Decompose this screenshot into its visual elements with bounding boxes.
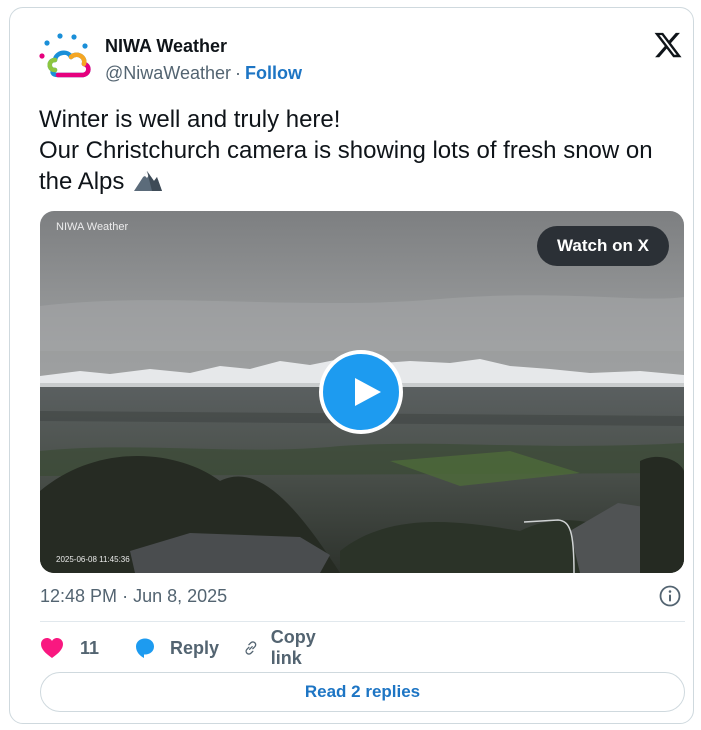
follow-link[interactable]: Follow xyxy=(245,63,302,83)
tweet-line-3: the Alps xyxy=(39,166,689,197)
divider xyxy=(40,621,685,622)
author-handle-row: @NiwaWeather · Follow xyxy=(105,63,302,84)
tweet-time: 12:48 PM xyxy=(40,586,118,606)
mountain-emoji-icon xyxy=(134,171,163,191)
info-icon[interactable] xyxy=(659,585,681,607)
play-button[interactable] xyxy=(319,350,403,434)
heart-icon xyxy=(41,638,63,658)
author-handle[interactable]: @NiwaWeather xyxy=(105,63,231,83)
x-logo-icon[interactable] xyxy=(653,30,683,60)
reply-button[interactable]: Reply xyxy=(133,634,219,662)
copy-link-button[interactable]: Copy link xyxy=(243,627,324,668)
video-player[interactable]: NIWA Weather 2025-06-08 11:45:36 Watch o… xyxy=(40,211,684,573)
niwa-logo-avatar[interactable] xyxy=(38,30,96,88)
like-count: 11 xyxy=(80,637,100,658)
video-watermark: NIWA Weather xyxy=(56,221,129,233)
tweet-text: Winter is well and truly here! Our Chris… xyxy=(39,104,689,197)
play-icon xyxy=(355,378,381,406)
copy-link-label: Copy link xyxy=(270,627,316,668)
tweet-line-2: Our Christchurch camera is showing lots … xyxy=(39,137,653,164)
link-icon xyxy=(245,641,257,655)
read-replies-button[interactable]: Read 2 replies xyxy=(40,672,685,712)
watch-on-x-button[interactable]: Watch on X xyxy=(537,226,669,266)
tweet-card: NIWA Weather @NiwaWeather · Follow Winter … xyxy=(9,7,694,724)
author-name[interactable]: NIWA Weather xyxy=(105,36,227,57)
reply-bubble-icon xyxy=(136,638,154,658)
reply-label: Reply xyxy=(170,637,220,658)
separator-dot: · xyxy=(234,63,241,83)
like-button[interactable]: 11 xyxy=(40,634,99,662)
camera-timestamp: 2025-06-08 11:45:36 xyxy=(56,555,130,564)
tweet-line-3-text: the Alps xyxy=(39,168,125,195)
tweet-date: Jun 8, 2025 xyxy=(133,586,228,606)
meta-separator: · xyxy=(122,586,129,606)
tweet-timestamp[interactable]: 12:48 PM · Jun 8, 2025 xyxy=(40,586,227,607)
tweet-line-1: Winter is well and truly here! xyxy=(39,106,341,133)
